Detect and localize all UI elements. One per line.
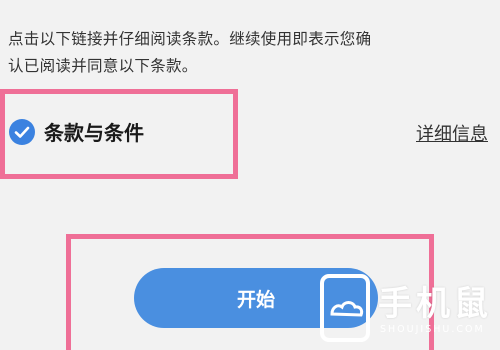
highlight-box-terms [0,89,238,179]
watermark-subtext: SHOUJISHU.COM [380,324,485,335]
intro-line-2: 认已阅读并同意以下条款。 [8,57,198,75]
watermark-text: 手机鼠 [378,284,492,324]
terms-intro-text: 点击以下链接并仔细阅读条款。继续使用即表示您确 认已阅读并同意以下条款。 [8,26,496,80]
watermark: 手机鼠 SHOUJISHU.COM [316,268,500,350]
details-link[interactable]: 详细信息 [416,120,488,146]
watermark-logo-icon [320,274,370,342]
intro-line-1: 点击以下链接并仔细阅读条款。继续使用即表示您确 [8,30,372,48]
